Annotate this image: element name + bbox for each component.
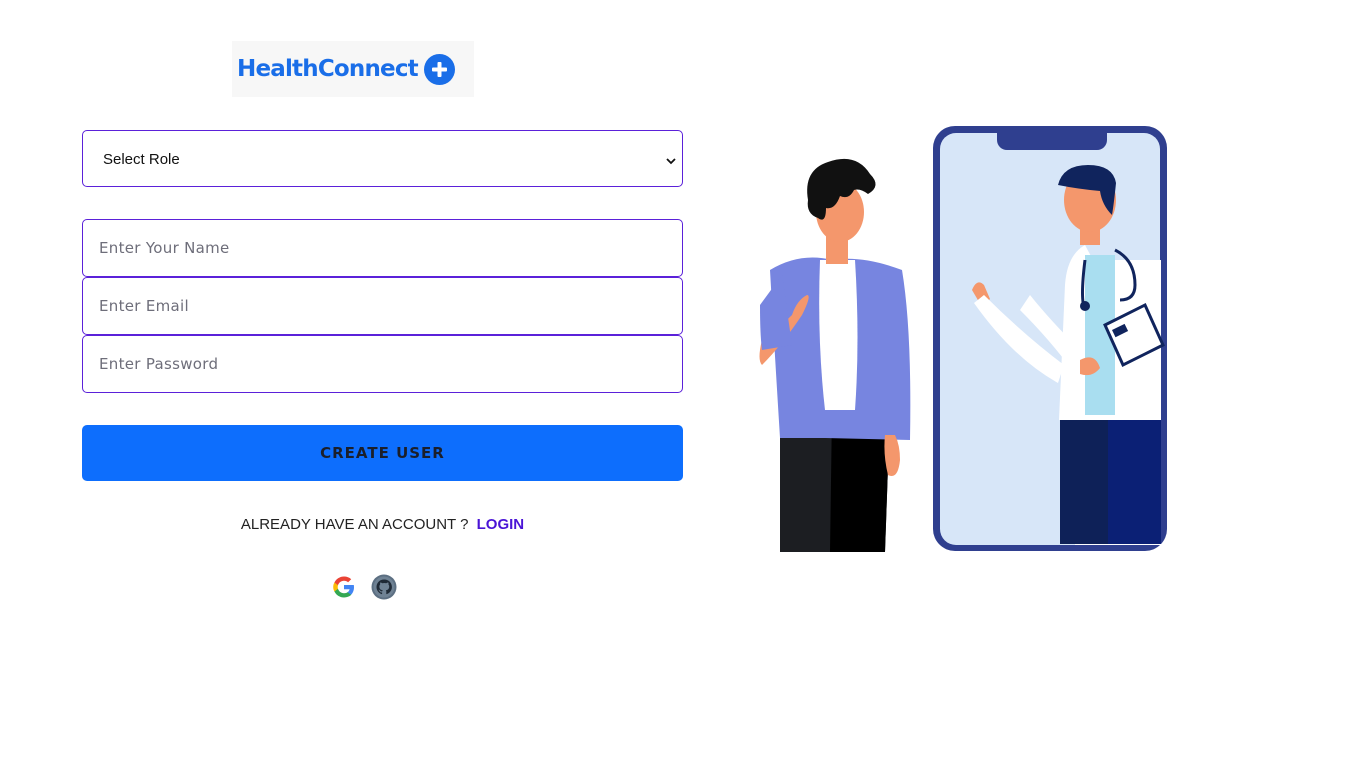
role-select[interactable]: Select Role <box>82 130 683 187</box>
login-prompt: ALREADY HAVE AN ACCOUNT ? LOGIN <box>82 516 683 533</box>
name-input[interactable] <box>83 220 682 276</box>
name-field-wrapper <box>82 219 683 277</box>
chevron-down-icon <box>666 153 676 171</box>
doctor-patient-video-call-illustration <box>759 126 1167 552</box>
brand-name: HealthConnect <box>237 56 419 82</box>
password-input[interactable] <box>83 336 682 392</box>
password-field-wrapper <box>82 335 683 393</box>
create-user-button[interactable]: CREATE USER <box>82 425 683 481</box>
login-prompt-text: ALREADY HAVE AN ACCOUNT ? <box>240 516 469 533</box>
brand-logo: HealthConnect <box>232 41 474 97</box>
email-input[interactable] <box>83 278 682 334</box>
google-icon[interactable] <box>331 574 357 600</box>
github-icon[interactable] <box>371 574 397 600</box>
patient-figure <box>759 158 911 552</box>
signup-page: HealthConnect Select Role CREATE USER AL… <box>0 0 1366 768</box>
login-link[interactable]: LOGIN <box>477 516 525 533</box>
email-field-wrapper <box>82 277 683 335</box>
role-select-value: Select Role <box>103 151 180 168</box>
plus-icon <box>423 53 455 85</box>
